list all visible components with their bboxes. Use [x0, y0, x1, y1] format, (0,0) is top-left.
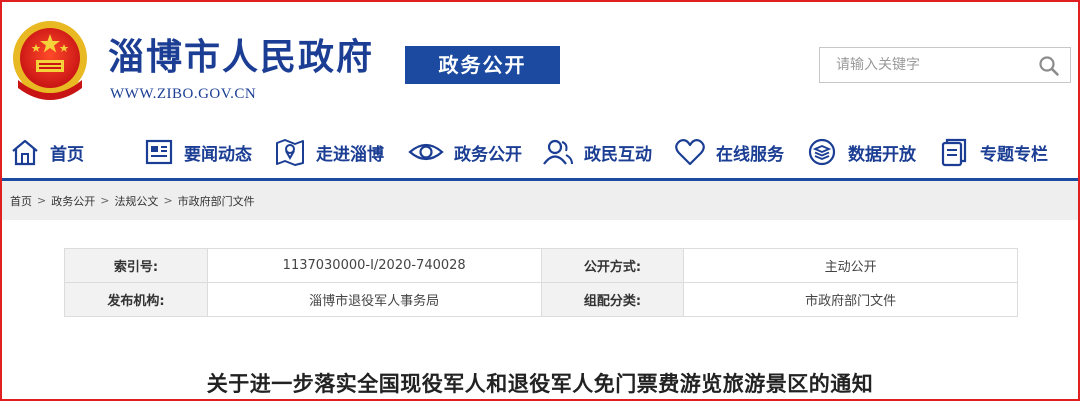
index-number-value: 1137030000-I/2020-740028: [206, 248, 542, 283]
nav-item-label: 政民互动: [584, 144, 652, 165]
search-box: [819, 47, 1071, 83]
main-nav: 首页 要闻动态 走进淄博 政务公开 政民互动 在线服务 数据开放 专题专栏: [0, 130, 1080, 174]
index-number-label: 索引号:: [64, 248, 208, 283]
nav-item-label: 走进淄博: [316, 144, 384, 165]
breadcrumb: 首页 > 政务公开 > 法规公文 > 市政府部门文件: [2, 178, 1078, 220]
nav-item-interaction[interactable]: 政民互动: [542, 130, 652, 174]
breadcrumb-separator: >: [100, 194, 110, 207]
search-icon[interactable]: [1038, 55, 1060, 77]
news-icon: [145, 139, 173, 165]
article-title: 关于进一步落实全国现役军人和退役军人免门票费游览旅游景区的通知: [206, 372, 874, 396]
category-value: 市政府部门文件: [683, 282, 1018, 317]
breadcrumb-separator: >: [163, 194, 173, 207]
map-icon: [276, 139, 304, 166]
table-row: 发布机构: 淄博市退役军人事务局 组配分类: 市政府部门文件: [64, 282, 1018, 317]
document-icon: [941, 138, 967, 167]
site-header: 淄博市人民政府 WWW.ZIBO.GOV.CN 政务公开: [0, 0, 1080, 120]
nav-item-special-topics[interactable]: 专题专栏: [938, 130, 1048, 174]
heart-icon: [675, 139, 705, 166]
section-badge[interactable]: 政务公开: [405, 46, 560, 84]
breadcrumb-item-gov-affairs[interactable]: 政务公开: [51, 193, 95, 209]
database-icon: [808, 138, 836, 166]
search-input[interactable]: [820, 48, 1030, 82]
nav-item-label: 政务公开: [454, 144, 522, 165]
national-emblem-icon: [13, 21, 87, 100]
table-row: 索引号: 1137030000-I/2020-740028 公开方式: 主动公开: [64, 248, 1018, 283]
nav-item-label: 专题专栏: [980, 144, 1048, 165]
nav-item-label: 要闻动态: [184, 144, 252, 165]
nav-item-label: 数据开放: [848, 144, 916, 165]
nav-item-open-data[interactable]: 数据开放: [806, 130, 916, 174]
document-info-table: 索引号: 1137030000-I/2020-740028 公开方式: 主动公开…: [64, 248, 1018, 317]
nav-item-news[interactable]: 要闻动态: [144, 130, 252, 174]
nav-item-online-service[interactable]: 在线服务: [674, 130, 784, 174]
disclosure-method-label: 公开方式:: [540, 248, 685, 283]
site-title[interactable]: 淄博市人民政府: [108, 36, 374, 78]
people-icon: [543, 139, 573, 165]
nav-item-label: 首页: [50, 144, 84, 165]
nav-item-about[interactable]: 走进淄博: [274, 130, 384, 174]
disclosure-method-value: 主动公开: [683, 248, 1018, 283]
nav-item-label: 在线服务: [716, 144, 784, 165]
category-label: 组配分类:: [540, 282, 685, 317]
home-icon: [12, 139, 38, 166]
site-url[interactable]: WWW.ZIBO.GOV.CN: [110, 86, 256, 103]
breadcrumb-separator: >: [37, 194, 47, 207]
publisher-value: 淄博市退役军人事务局: [206, 282, 542, 317]
nav-item-home[interactable]: 首页: [10, 130, 84, 174]
breadcrumb-item-dept-files[interactable]: 市政府部门文件: [178, 193, 255, 209]
publisher-label: 发布机构:: [64, 282, 208, 317]
breadcrumb-item-home[interactable]: 首页: [10, 193, 32, 209]
breadcrumb-item-documents[interactable]: 法规公文: [114, 193, 158, 209]
nav-item-gov-affairs[interactable]: 政务公开: [408, 130, 522, 174]
eye-icon: [408, 143, 444, 161]
